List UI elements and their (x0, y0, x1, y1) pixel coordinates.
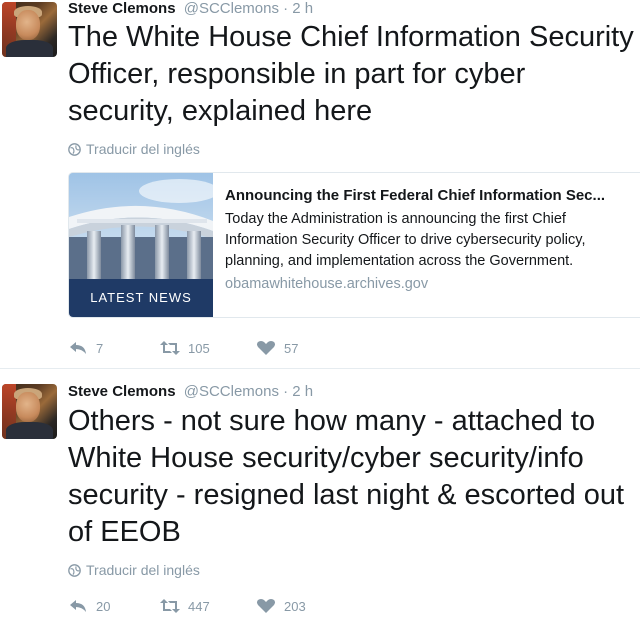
card-image[interactable]: LATEST NEWS (69, 173, 213, 317)
tweet-divider (0, 368, 640, 369)
card-domain: obamawhitehouse.archives.gov (225, 276, 429, 292)
globe-icon (68, 142, 81, 156)
avatar[interactable] (2, 384, 57, 439)
heart-icon (257, 599, 275, 613)
tweet-text: Others - not sure how many - attached to… (68, 405, 625, 548)
tweet[interactable]: Steve Clemons @SCClemons · 2 h The White… (0, 0, 640, 368)
retweet-icon (160, 341, 180, 355)
author-name[interactable]: Steve Clemons (68, 383, 176, 400)
card-image-label: LATEST NEWS (69, 279, 213, 317)
reply-icon (70, 342, 86, 354)
retweet-icon (160, 599, 180, 613)
link-card[interactable]: LATEST NEWS Announcing the First Federal… (68, 172, 640, 318)
reply-icon (70, 600, 86, 612)
retweet-button[interactable]: 447 (160, 598, 256, 614)
tweet-actions: 7 105 57 (68, 340, 298, 356)
white-house-image (69, 173, 213, 279)
reply-button[interactable]: 7 (68, 340, 160, 356)
avatar[interactable] (2, 2, 57, 57)
tweet-text: The White House Chief Information Securi… (68, 21, 634, 127)
tweet-header: Steve Clemons @SCClemons · 2 h (68, 383, 313, 401)
heart-icon (257, 341, 275, 355)
like-count: 57 (284, 340, 299, 356)
reply-button[interactable]: 20 (68, 598, 160, 614)
translate-label: Traducir del inglés (86, 141, 200, 157)
author-name[interactable]: Steve Clemons (68, 0, 176, 17)
author-handle-time[interactable]: @SCClemons · 2 h (184, 0, 313, 17)
reply-count: 20 (96, 598, 111, 614)
card-title: Announcing the First Federal Chief Infor… (225, 187, 606, 204)
card-description: Today the Administration is announcing t… (225, 211, 586, 269)
like-button[interactable]: 203 (256, 598, 306, 614)
translate-link[interactable]: Traducir del inglés (68, 141, 200, 157)
like-count: 203 (284, 598, 306, 614)
author-handle-time[interactable]: @SCClemons · 2 h (184, 383, 313, 400)
retweet-count: 447 (188, 598, 210, 614)
reply-count: 7 (96, 340, 104, 356)
globe-icon (68, 563, 81, 577)
translate-label: Traducir del inglés (86, 562, 200, 578)
card-body[interactable]: Announcing the First Federal Chief Infor… (225, 186, 637, 292)
retweet-button[interactable]: 105 (160, 340, 256, 356)
retweet-count: 105 (188, 340, 210, 356)
translate-link[interactable]: Traducir del inglés (68, 562, 200, 578)
tweet[interactable]: Steve Clemons @SCClemons · 2 h Others - … (0, 370, 640, 625)
tweet-actions: 20 447 203 (68, 598, 306, 614)
like-button[interactable]: 57 (256, 340, 298, 356)
tweet-header: Steve Clemons @SCClemons · 2 h (68, 0, 313, 18)
